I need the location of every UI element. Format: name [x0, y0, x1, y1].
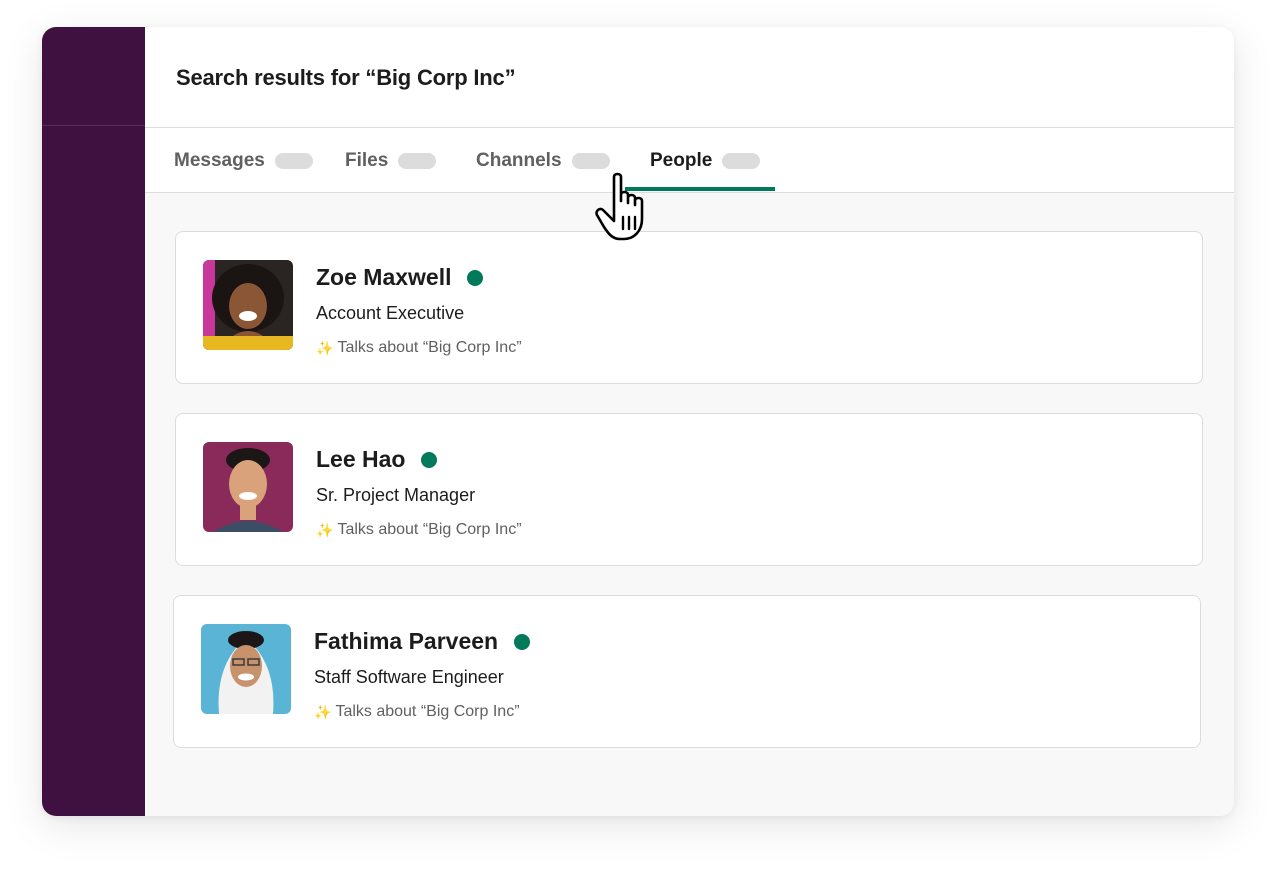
tab-label: Files — [345, 150, 389, 171]
avatar-icon — [203, 442, 293, 532]
sparkle-icon: ✨ — [316, 521, 334, 538]
tab-label: Messages — [174, 150, 265, 171]
tab-label: People — [650, 150, 713, 171]
presence-indicator — [514, 633, 531, 650]
count-placeholder — [722, 153, 761, 169]
sparkle-icon: ✨ — [314, 703, 332, 720]
avatar-icon — [203, 260, 293, 350]
talks-text: Talks about “Big Corp Inc” — [337, 521, 522, 538]
avatar[interactable] — [203, 260, 293, 350]
search-results-pane: Search results for “Big Corp Inc” Messag… — [145, 27, 1234, 816]
job-title: Account Executive — [316, 303, 465, 323]
tab-label: Channels — [476, 150, 562, 171]
avatar[interactable] — [203, 442, 293, 532]
avatar[interactable] — [201, 624, 291, 714]
person-name[interactable]: Lee Hao — [316, 446, 438, 473]
presence-indicator — [467, 269, 484, 286]
tab-messages[interactable]: Messages — [174, 150, 313, 192]
name-text: Fathima Parveen — [314, 628, 499, 654]
page-title: Search results for “Big Corp Inc” — [176, 65, 516, 90]
avatar-icon — [201, 624, 291, 714]
count-placeholder — [571, 153, 610, 169]
talks-about: ✨ Talks about “Big Corp Inc” — [316, 339, 522, 357]
talks-about: ✨ Talks about “Big Corp Inc” — [316, 521, 522, 539]
tab-people[interactable]: People — [650, 150, 761, 192]
talks-text: Talks about “Big Corp Inc” — [337, 339, 522, 356]
person-card[interactable]: Zoe Maxwell Account Executive ✨ Talks ab… — [175, 231, 1203, 384]
job-title: Staff Software Engineer — [314, 667, 504, 687]
search-header: Search results for “Big Corp Inc” — [145, 27, 1234, 128]
person-name[interactable]: Zoe Maxwell — [316, 264, 484, 291]
person-name[interactable]: Fathima Parveen — [314, 628, 531, 655]
presence-indicator — [421, 451, 438, 468]
workspace-sidebar — [42, 27, 145, 816]
count-placeholder — [398, 153, 437, 169]
tab-files[interactable]: Files — [345, 150, 437, 192]
talks-about: ✨ Talks about “Big Corp Inc” — [314, 703, 520, 721]
name-text: Lee Hao — [316, 446, 406, 472]
sidebar-divider — [42, 125, 145, 126]
person-card[interactable]: Lee Hao Sr. Project Manager ✨ Talks abou… — [175, 413, 1203, 566]
name-text: Zoe Maxwell — [316, 264, 452, 290]
hand-pointer-cursor-icon — [595, 172, 644, 241]
talks-text: Talks about “Big Corp Inc” — [335, 703, 520, 720]
person-card[interactable]: Fathima Parveen Staff Software Engineer … — [173, 595, 1201, 748]
job-title: Sr. Project Manager — [316, 485, 476, 505]
app-window: Search results for “Big Corp Inc” Messag… — [42, 27, 1234, 816]
count-placeholder — [274, 153, 313, 169]
tab-channels[interactable]: Channels — [476, 150, 610, 192]
search-tabs: Messages Files Channels People — [145, 128, 1234, 193]
sparkle-icon: ✨ — [316, 339, 334, 356]
